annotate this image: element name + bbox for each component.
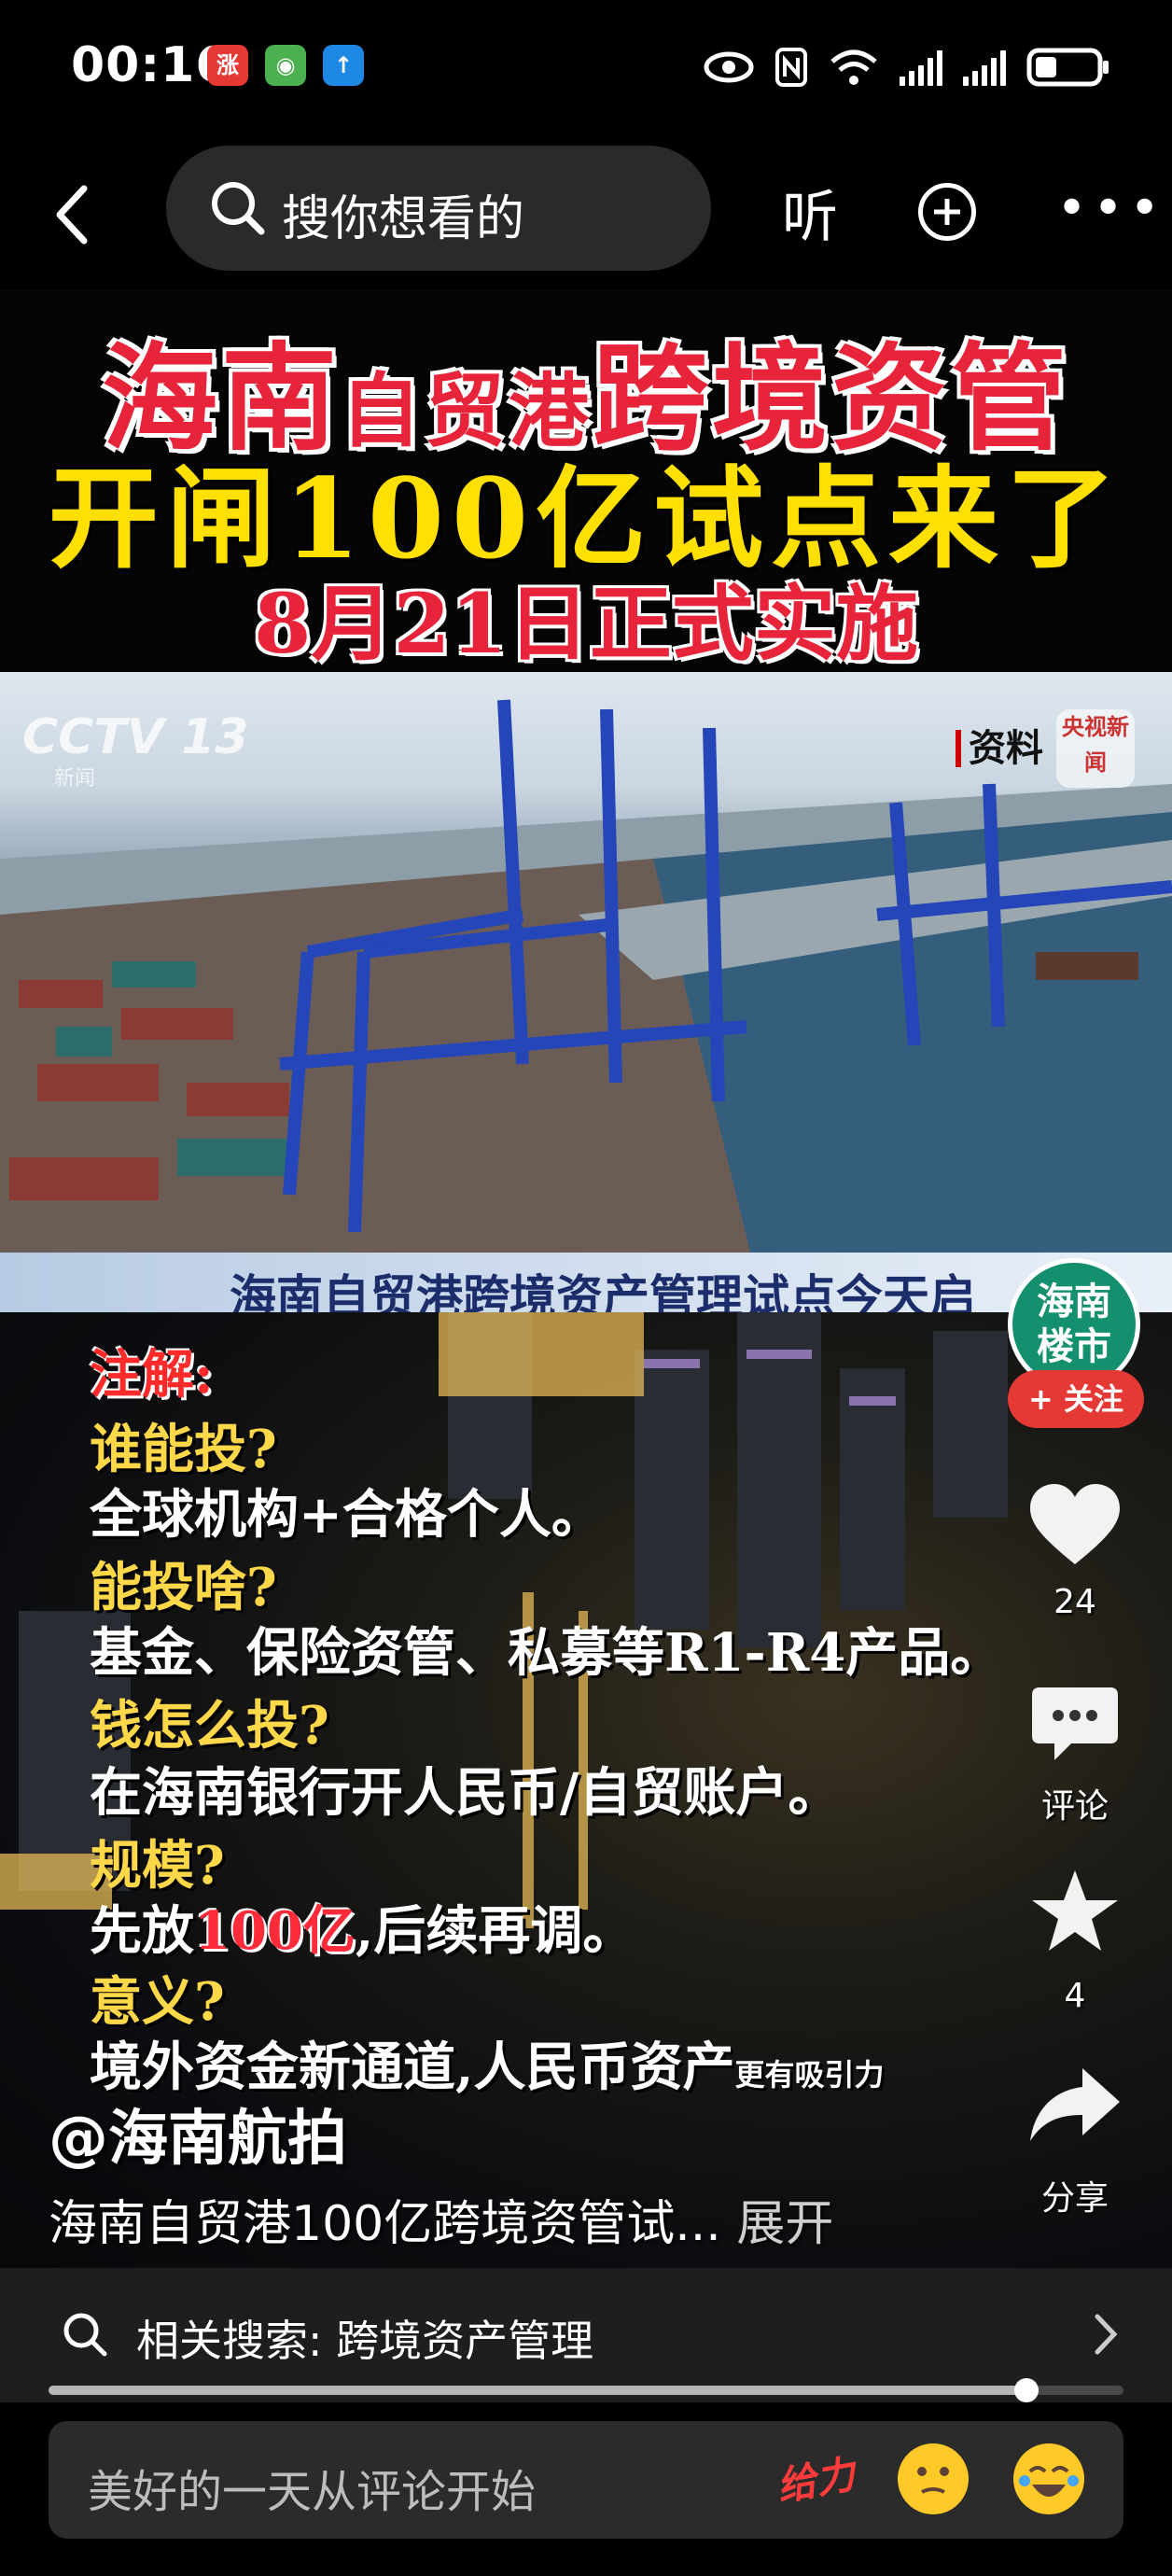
source-tag: 资料 xyxy=(956,730,1043,767)
note-highlight: 100亿 xyxy=(194,1900,356,1962)
note-answer: 在海南银行开人民币/自贸账户。 xyxy=(90,1762,841,1824)
video-frame-port[interactable]: CCTV 13 新闻 资料 央视新闻 海南自贸港跨境资产管理试点今天启 xyxy=(0,672,1172,1312)
notification-upload-icon: ↑ xyxy=(323,45,364,86)
note-answer-part: 境外资金新通道,人民币资产 xyxy=(90,2037,735,2098)
nfc-icon xyxy=(775,48,807,87)
note-answer-part: 先放 xyxy=(90,1900,194,1962)
news-ticker-text: 海南自贸港跨境资产管理试点今天启 xyxy=(230,1270,976,1312)
top-nav: 搜你想看的 听 ••• xyxy=(0,131,1172,289)
eye-icon xyxy=(704,51,754,83)
emoji-face xyxy=(917,2467,949,2494)
notification-app-icon: 涨 xyxy=(207,45,248,86)
related-search-query: 跨境资产管理 xyxy=(336,2316,594,2366)
notes-header: 注解: xyxy=(90,1344,214,1406)
title-banner: 海南自贸港跨境资管 开闸100亿试点来了 8月21日正式实施 xyxy=(0,289,1172,672)
more-options-icon[interactable]: ••• xyxy=(1056,183,1165,235)
news-badge: 央视新闻 xyxy=(1056,709,1135,788)
note-answer-part: 更有吸引力 xyxy=(734,2057,885,2093)
avatar-text: 海南 楼市 xyxy=(1037,1280,1111,1368)
share-arrow-icon[interactable] xyxy=(1028,2065,1122,2145)
signal-icon xyxy=(900,49,942,86)
back-button[interactable] xyxy=(47,177,103,252)
search-icon xyxy=(63,2313,107,2357)
signal-icon xyxy=(963,49,1006,86)
note-question: 钱怎么投? xyxy=(90,1695,329,1757)
channel-logo: CCTV 13 xyxy=(22,709,249,765)
related-search-text[interactable]: 相关搜索: 跨境资产管理 xyxy=(136,2307,593,2369)
note-answer: 境外资金新通道,人民币资产更有吸引力 xyxy=(90,2025,885,2101)
chevron-right-icon xyxy=(1095,2314,1118,2355)
share-label[interactable]: 分享 xyxy=(1026,2171,1123,2219)
favorite-count: 4 xyxy=(1064,1977,1086,2015)
channel-sublabel: 新闻 xyxy=(54,767,96,791)
note-question: 规模? xyxy=(90,1835,225,1897)
notification-app-icon: ◉ xyxy=(265,45,306,86)
comment-bubble-icon[interactable] xyxy=(1030,1684,1120,1764)
wifi-icon xyxy=(830,49,877,85)
listen-button[interactable]: 听 xyxy=(782,172,838,253)
chevron-left-icon xyxy=(56,185,88,245)
emoji-laughing-icon[interactable] xyxy=(1013,2443,1084,2514)
video-caption[interactable]: 海南自贸港100亿跨境资管试... 展开 xyxy=(49,2184,833,2254)
emoji-face xyxy=(1019,2466,1079,2497)
note-answer-part: ,后续再调。 xyxy=(355,1900,635,1962)
note-answer: 先放100亿,后续再调。 xyxy=(90,1889,635,1965)
status-icons xyxy=(704,39,1110,95)
creator-handle[interactable]: @海南航拍 xyxy=(49,2091,347,2177)
note-answer: 基金、保险资管、私募等R1-R4产品。 xyxy=(90,1622,1003,1684)
add-button[interactable] xyxy=(918,183,976,241)
related-search-label: 相关搜索: xyxy=(136,2316,337,2366)
plus-icon xyxy=(934,199,960,225)
note-question: 能投啥? xyxy=(90,1557,277,1618)
comment-placeholder[interactable]: 美好的一天从评论开始 xyxy=(88,2455,536,2520)
headline-line-3: 8月21日正式实施 xyxy=(254,575,918,672)
note-question: 谁能投? xyxy=(90,1419,277,1480)
search-placeholder[interactable]: 搜你想看的 xyxy=(282,179,524,249)
like-count: 24 xyxy=(1053,1583,1096,1621)
favorite-star-icon[interactable] xyxy=(1028,1867,1122,1956)
comment-label[interactable]: 评论 xyxy=(1026,1779,1123,1827)
note-question: 意义? xyxy=(90,1971,225,2033)
expand-caption-button[interactable]: 展开 xyxy=(736,2196,833,2252)
note-answer: 全球机构+合格个人。 xyxy=(90,1484,604,1546)
search-icon xyxy=(212,182,265,235)
status-time: 00:16 xyxy=(71,37,230,93)
follow-button[interactable]: + 关注 xyxy=(1008,1370,1144,1428)
like-heart-icon[interactable] xyxy=(1026,1482,1123,1570)
emoji-thinking-icon[interactable] xyxy=(898,2443,969,2514)
battery-icon xyxy=(1026,48,1109,87)
caption-text: 海南自贸港100亿跨境资管试... xyxy=(49,2196,721,2252)
video-progress-fill xyxy=(49,2386,1027,2395)
